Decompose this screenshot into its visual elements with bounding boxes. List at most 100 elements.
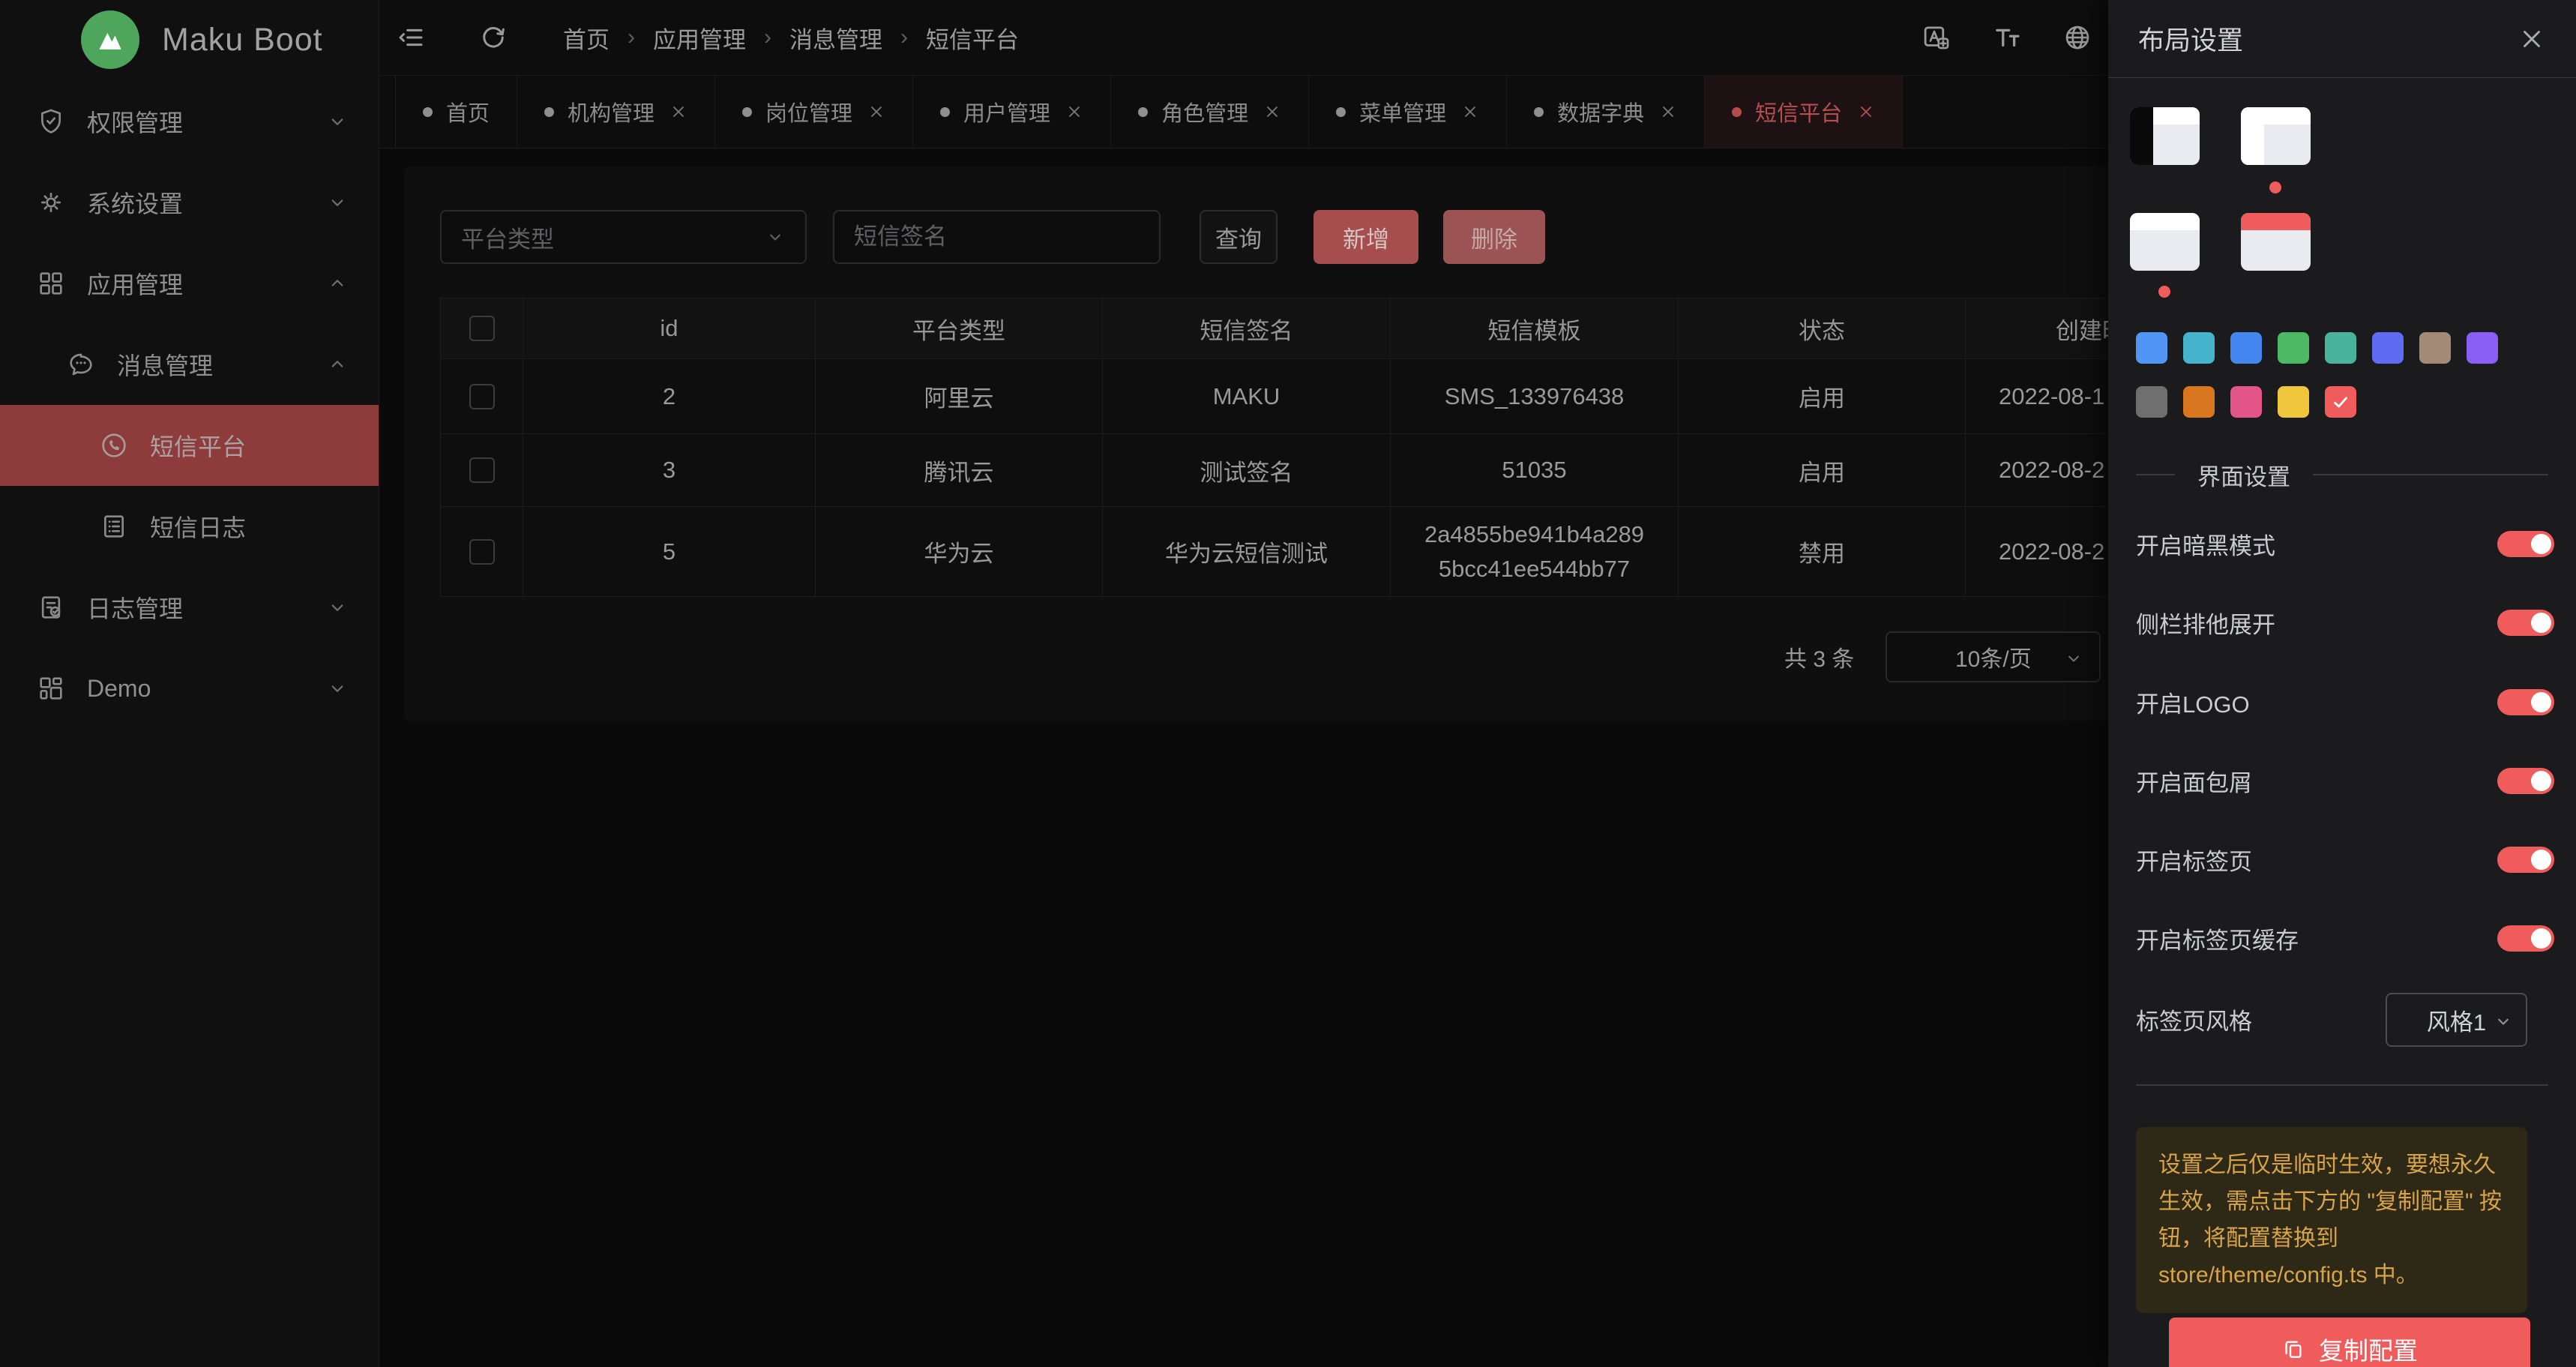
theme-color-swatch[interactable] [2278, 332, 2309, 364]
theme-color-swatch[interactable] [2136, 332, 2167, 364]
theme-color-swatch-selected[interactable] [2325, 386, 2356, 418]
add-button[interactable]: 新增 [1313, 210, 1418, 264]
refresh-icon[interactable] [478, 22, 509, 53]
selected-layout-dot [2158, 286, 2170, 298]
tab-data-dictionary[interactable]: 数据字典 [1507, 76, 1705, 148]
tab-close-icon[interactable] [867, 103, 885, 121]
breadcrumb-app-management[interactable]: 应用管理 [653, 21, 746, 55]
breadcrumb-current: 短信平台 [926, 21, 1019, 55]
layout-option-light-sidebar[interactable] [2241, 107, 2311, 165]
tabs-toggle[interactable] [2497, 847, 2554, 873]
setting-row-dark-mode: 开启暗黑模式 [2136, 517, 2554, 570]
topbar-actions [1921, 0, 2093, 75]
breadcrumb-message-management[interactable]: 消息管理 [789, 21, 882, 55]
platform-type-select[interactable]: 平台类型 [440, 210, 807, 264]
tab-close-icon[interactable] [669, 103, 687, 121]
thumb-header [2241, 213, 2311, 230]
query-button[interactable]: 查询 [1200, 210, 1278, 264]
tab-user-management[interactable]: 用户管理 [913, 76, 1111, 148]
theme-color-swatch[interactable] [2372, 332, 2404, 364]
sidebar-item-sms-platform[interactable]: 短信平台 [0, 405, 379, 486]
tab-style-select[interactable]: 风格1 [2386, 993, 2527, 1047]
tab-close-icon[interactable] [1065, 103, 1083, 121]
sidebar-item-demo[interactable]: Demo [0, 648, 379, 729]
chevron-down-icon [326, 596, 349, 619]
tab-cache-toggle[interactable] [2497, 925, 2554, 952]
tab-close-icon[interactable] [1659, 103, 1677, 121]
gear-icon [36, 187, 66, 217]
tab-org-management[interactable]: 机构管理 [517, 76, 715, 148]
tab-post-management[interactable]: 岗位管理 [715, 76, 913, 148]
sidebar-item-label: 短信日志 [150, 509, 246, 544]
row-checkbox-cell [441, 507, 523, 596]
copy-config-button[interactable]: 复制配置 [2169, 1318, 2530, 1367]
sidebar-item-app-management[interactable]: 应用管理 [0, 243, 379, 324]
sidebar-item-system-settings[interactable]: 系统设置 [0, 162, 379, 243]
sidebar-exclusive-toggle[interactable] [2497, 610, 2554, 636]
theme-color-swatch[interactable] [2183, 386, 2215, 418]
theme-color-swatch[interactable] [2325, 332, 2356, 364]
row-checkbox[interactable] [469, 384, 495, 409]
table-row[interactable]: 5 华为云 华为云短信测试 2a4855be941b4a2895bcc41ee5… [441, 507, 2163, 597]
tab-close-icon[interactable] [1857, 103, 1875, 121]
table-row[interactable]: 2 阿里云 MAKU SMS_133976438 启用 2022-08-1 [441, 359, 2163, 434]
breadcrumb-home[interactable]: 首页 [563, 21, 610, 55]
setting-row-tab-cache: 开启标签页缓存 [2136, 912, 2554, 964]
pagination: 共 3 条 10条/页 [1784, 631, 2101, 682]
theme-color-swatch[interactable] [2467, 332, 2498, 364]
tab-dot [1732, 107, 1742, 117]
theme-color-swatch[interactable] [2419, 332, 2451, 364]
tab-label: 数据字典 [1557, 96, 1644, 127]
row-checkbox[interactable] [469, 457, 495, 483]
thumb-sidebar [2130, 107, 2153, 165]
toggle-knob [2531, 850, 2551, 870]
tab-close-icon[interactable] [1461, 103, 1479, 121]
copy-icon [2281, 1337, 2305, 1361]
breadcrumb-toggle[interactable] [2497, 768, 2554, 794]
divider-line [2136, 474, 2175, 475]
tab-sms-platform[interactable]: 短信平台 [1705, 76, 1903, 148]
tab-close-icon[interactable] [1263, 103, 1281, 121]
layout-option-light-header[interactable] [2130, 213, 2200, 271]
drawer-title: 布局设置 [2138, 19, 2243, 58]
sidebar-item-sms-log[interactable]: 短信日志 [0, 486, 379, 567]
tab-home[interactable]: 首页 [395, 76, 517, 148]
row-checkbox-cell [441, 434, 523, 506]
sidebar-item-label: 权限管理 [87, 104, 183, 139]
translate-icon[interactable] [1921, 22, 1952, 53]
table-header-row: id 平台类型 短信签名 短信模板 状态 创建时间 [441, 298, 2163, 359]
select-all-checkbox[interactable] [469, 316, 495, 341]
theme-color-swatch[interactable] [2183, 332, 2215, 364]
page-size-select[interactable]: 10条/页 [1886, 631, 2101, 682]
cell-signature: MAKU [1103, 359, 1391, 433]
logo-toggle[interactable] [2497, 689, 2554, 715]
sidebar-item-log-management[interactable]: 日志管理 [0, 567, 379, 648]
font-size-icon[interactable] [1991, 22, 2023, 53]
delete-button[interactable]: 删除 [1443, 210, 1545, 264]
theme-color-swatch[interactable] [2278, 386, 2309, 418]
tab-menu-management[interactable]: 菜单管理 [1309, 76, 1507, 148]
collapse-sidebar-icon[interactable] [395, 22, 427, 53]
page-size-value: 10条/页 [1955, 640, 2032, 673]
theme-color-swatch[interactable] [2230, 332, 2262, 364]
tab-dot [1336, 107, 1346, 117]
tab-role-management[interactable]: 角色管理 [1111, 76, 1309, 148]
dark-mode-toggle[interactable] [2497, 531, 2554, 557]
theme-color-swatch[interactable] [2230, 386, 2262, 418]
layout-option-dark-sidebar[interactable] [2130, 107, 2200, 165]
chat-bubble-icon [66, 349, 96, 379]
breadcrumb-separator: › [900, 25, 908, 50]
layout-option-primary-header[interactable] [2241, 213, 2311, 271]
close-icon[interactable] [2518, 25, 2546, 53]
globe-icon[interactable] [2062, 22, 2093, 53]
sidebar-item-label: 日志管理 [87, 590, 183, 625]
signature-input[interactable] [833, 210, 1161, 264]
theme-color-row-1 [2136, 332, 2498, 364]
theme-color-swatch[interactable] [2136, 386, 2167, 418]
sidebar-item-permissions[interactable]: 权限管理 [0, 81, 379, 162]
tab-dot [742, 107, 752, 117]
table-row[interactable]: 3 腾讯云 测试签名 51035 启用 2022-08-2 [441, 434, 2163, 507]
row-checkbox[interactable] [469, 539, 495, 565]
sidebar-item-message-management[interactable]: 消息管理 [0, 324, 379, 405]
chevron-down-icon [326, 110, 349, 133]
